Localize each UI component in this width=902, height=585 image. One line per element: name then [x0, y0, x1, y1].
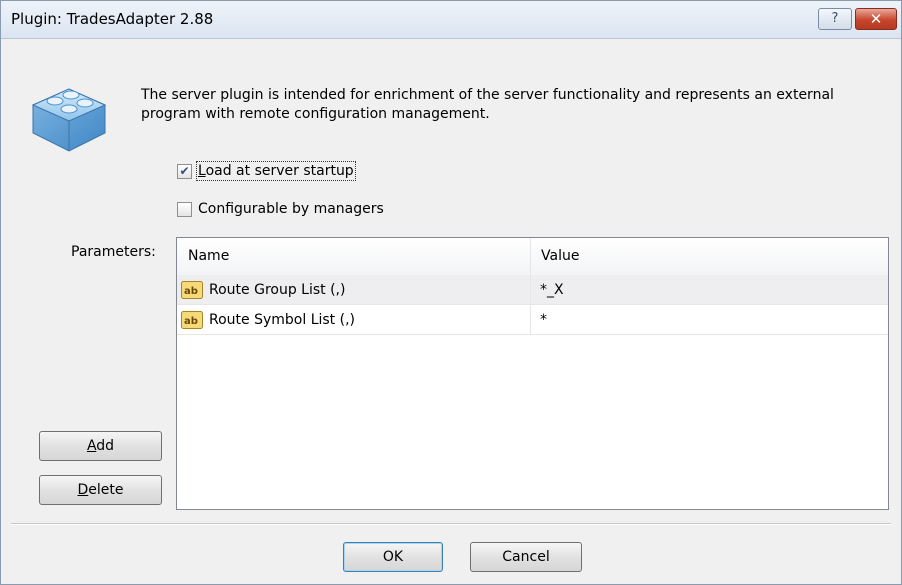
row-value-cell[interactable]: *: [531, 305, 888, 334]
svg-text:ab: ab: [184, 286, 198, 297]
ab-text-icon: ab: [181, 280, 203, 299]
parameter-value: *: [540, 311, 547, 328]
column-header-value[interactable]: Value: [531, 238, 888, 275]
parameter-value: *_X: [540, 281, 564, 298]
ab-text-icon: ab: [181, 310, 203, 329]
row-name-cell[interactable]: ab Route Group List (,): [177, 275, 531, 304]
plugin-block-icon: [31, 88, 107, 152]
svg-text:ab: ab: [184, 316, 198, 327]
load-at-startup-checkbox[interactable]: ✔: [177, 163, 192, 179]
load-at-startup-option[interactable]: ✔ Load at server startup: [177, 161, 356, 181]
add-button[interactable]: Add: [39, 431, 162, 461]
close-icon: ✕: [869, 10, 883, 28]
configurable-by-managers-label: Configurable by managers: [198, 201, 384, 217]
load-at-startup-label: Load at server startup: [196, 161, 356, 181]
close-button[interactable]: ✕: [855, 8, 897, 30]
configurable-by-managers-option[interactable]: Configurable by managers: [177, 201, 384, 217]
ok-button[interactable]: OK: [343, 542, 443, 572]
question-mark-icon: ?: [831, 11, 839, 26]
table-row[interactable]: ab Route Symbol List (,) *: [177, 305, 888, 335]
parameter-name: Route Symbol List (,): [209, 311, 355, 328]
title-bar[interactable]: Plugin: TradesAdapter 2.88 ? ✕: [1, 1, 901, 39]
delete-button[interactable]: Delete: [39, 475, 162, 505]
checkmark-icon: ✔: [179, 164, 190, 178]
parameters-label: Parameters:: [71, 244, 156, 260]
help-button[interactable]: ?: [818, 8, 852, 30]
plugin-dialog: Plugin: TradesAdapter 2.88 ? ✕ The serve…: [0, 0, 902, 585]
table-header: Name Value: [177, 238, 888, 276]
row-value-cell[interactable]: *_X: [531, 275, 888, 304]
table-row[interactable]: ab Route Group List (,) *_X: [177, 275, 888, 305]
column-header-name[interactable]: Name: [177, 238, 531, 275]
window-title: Plugin: TradesAdapter 2.88: [11, 10, 214, 28]
parameters-table[interactable]: Name Value ab Route Group List (,) *_X a…: [176, 237, 889, 510]
row-name-cell[interactable]: ab Route Symbol List (,): [177, 305, 531, 334]
footer-divider: [11, 523, 891, 525]
plugin-description: The server plugin is intended for enrich…: [141, 87, 834, 122]
configurable-by-managers-checkbox[interactable]: [177, 201, 192, 217]
cancel-button[interactable]: Cancel: [470, 542, 582, 572]
parameter-name: Route Group List (,): [209, 281, 346, 298]
dialog-content: The server plugin is intended for enrich…: [1, 39, 901, 584]
